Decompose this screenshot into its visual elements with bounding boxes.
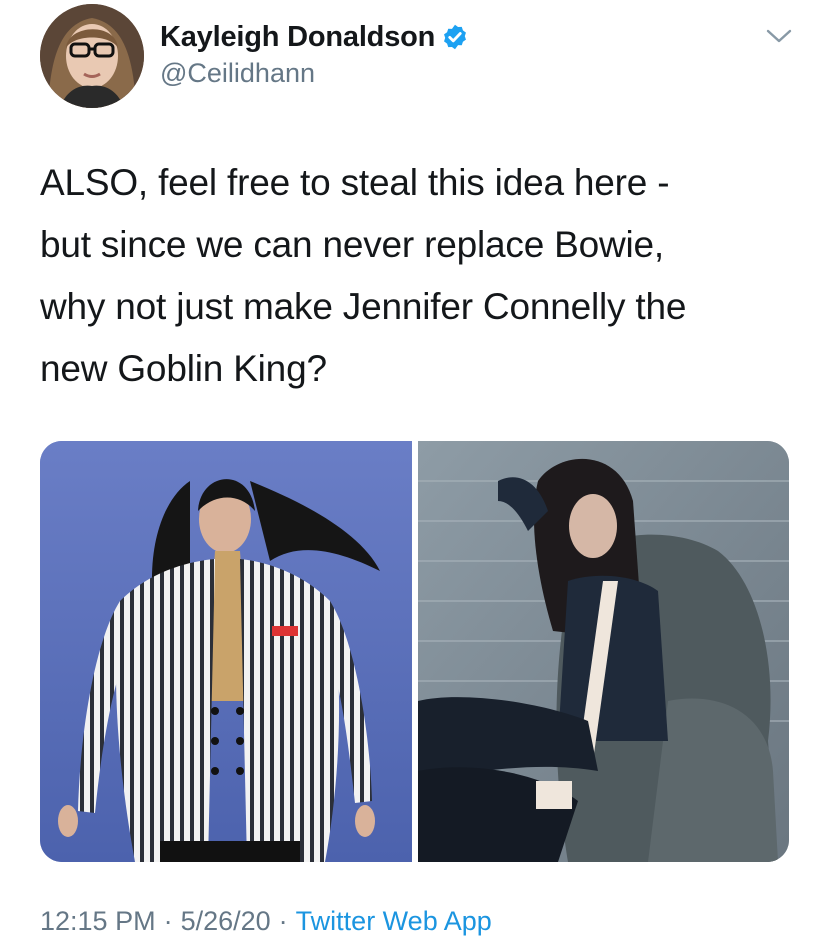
display-name-row: Kayleigh Donaldson [160, 18, 469, 56]
verified-badge-icon [441, 23, 469, 51]
tweet: Kayleigh Donaldson @Ceilidhann ALSO, fee… [0, 0, 828, 946]
photo-striped-jacket[interactable] [40, 441, 412, 862]
tweet-time[interactable]: 12:15 PM [40, 906, 156, 936]
media-grid [40, 441, 789, 862]
user-info[interactable]: Kayleigh Donaldson @Ceilidhann [160, 18, 469, 89]
tweet-text: ALSO, feel free to steal this idea here … [40, 162, 687, 389]
display-name[interactable]: Kayleigh Donaldson [160, 21, 435, 54]
tweet-meta: 12:15 PM · 5/26/20 · Twitter Web App [40, 906, 492, 937]
photo-armchair[interactable] [418, 441, 789, 862]
meta-separator: · [163, 906, 173, 936]
meta-separator: · [278, 906, 288, 936]
avatar[interactable] [40, 4, 144, 108]
tweet-source-link[interactable]: Twitter Web App [296, 906, 492, 936]
chevron-down-icon[interactable] [764, 26, 794, 46]
tweet-date[interactable]: 5/26/20 [181, 906, 271, 936]
user-handle[interactable]: @Ceilidhann [160, 58, 469, 89]
